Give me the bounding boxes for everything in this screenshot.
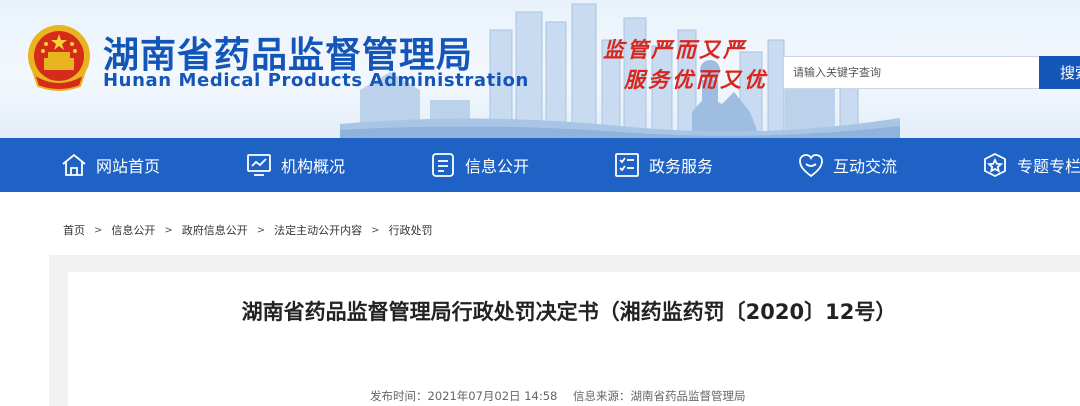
search-button[interactable]: 搜索 <box>1039 56 1080 89</box>
article-title: 湖南省药品监督管理局行政处罚决定书（湘药监药罚〔2020〕12号） <box>241 300 897 324</box>
breadcrumb-separator: > <box>94 224 103 236</box>
article-card <box>68 272 1080 406</box>
chart-icon <box>247 154 271 176</box>
slogan-line-2: 服务优而又优 <box>624 67 768 92</box>
site-subtitle: Hunan Medical Products Administration <box>103 70 529 91</box>
home-icon <box>62 153 86 176</box>
nav-item-info-disclosure[interactable]: 信息公开 <box>429 138 529 192</box>
nav-item-label: 机构概况 <box>281 157 346 176</box>
nav-item-special-topics[interactable]: 专题专栏 <box>981 138 1080 192</box>
info-source: 信息来源：湖南省药品监督管理局 <box>573 389 746 403</box>
nav-item-label: 互动交流 <box>833 157 898 176</box>
heart-chat-icon <box>799 154 823 178</box>
national-emblem-icon <box>28 25 90 91</box>
breadcrumb-home[interactable]: 首页 <box>63 222 85 238</box>
info-icon <box>432 153 454 177</box>
nav-item-government-services[interactable]: 政务服务 <box>613 138 713 192</box>
breadcrumb-separator: > <box>371 224 380 236</box>
star-icon <box>984 152 1006 178</box>
search-input[interactable] <box>783 56 1039 89</box>
main-navigation: 网站首页 机构概况 信息公开 政务服务 互动交流 专题专栏 <box>0 138 1080 192</box>
nav-item-interaction[interactable]: 互动交流 <box>797 138 897 192</box>
slogan-line-1: 监管严而又严 <box>603 37 747 62</box>
breadcrumb-info-disclosure[interactable]: 信息公开 <box>111 222 155 238</box>
header-banner: 湖南省药品监督管理局 Hunan Medical Products Admini… <box>0 0 1080 138</box>
nav-item-label: 专题专栏 <box>1017 157 1080 176</box>
nav-item-home[interactable]: 网站首页 <box>60 138 160 192</box>
breadcrumb-separator: > <box>256 224 266 236</box>
breadcrumb-government-info[interactable]: 政府信息公开 <box>182 222 248 238</box>
publish-time: 发布时间：2021年07月02日 14:58 <box>370 389 558 403</box>
article-meta: 发布时间：2021年07月02日 14:58 信息来源：湖南省药品监督管理局 <box>370 388 746 404</box>
breadcrumb-administrative-penalty[interactable]: 行政处罚 <box>389 222 433 238</box>
breadcrumb-statutory-content[interactable]: 法定主动公开内容 <box>274 222 362 238</box>
breadcrumb-separator: > <box>164 224 173 236</box>
nav-item-organization[interactable]: 机构概况 <box>245 138 345 192</box>
breadcrumb: 首页 > 信息公开 > 政府信息公开 > 法定主动公开内容 > 行政处罚 <box>63 222 433 238</box>
nav-item-label: 网站首页 <box>96 157 161 176</box>
nav-item-label: 政务服务 <box>649 157 714 176</box>
nav-item-label: 信息公开 <box>465 157 530 176</box>
checklist-icon <box>615 153 639 177</box>
